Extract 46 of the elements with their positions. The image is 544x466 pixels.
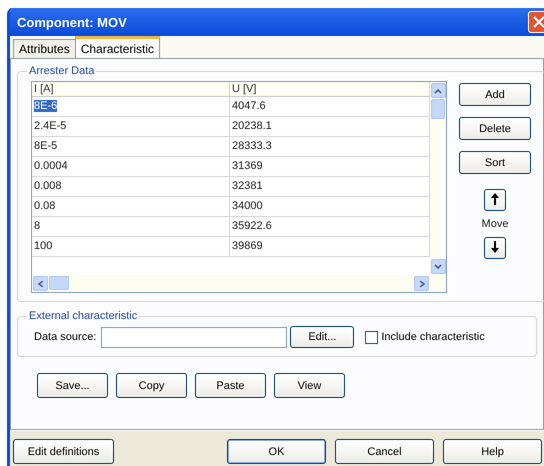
dialog-button[interactable]: OK (227, 439, 326, 464)
dialog-button[interactable]: Help (443, 439, 542, 464)
scroll-thumb[interactable] (430, 99, 444, 119)
group-label: External characteristic (28, 310, 138, 322)
table-action-button[interactable]: Delete (459, 117, 531, 140)
scroll-right-icon (418, 280, 426, 286)
include-label: Include characteristic (381, 331, 485, 343)
tab[interactable]: Characteristic (74, 36, 160, 58)
horizontal-scrollbar[interactable] (32, 275, 430, 292)
scroll-up-icon (434, 88, 442, 94)
action-button[interactable]: View (274, 373, 345, 398)
close-icon (533, 16, 544, 28)
up-arrow-icon (491, 192, 499, 204)
edit-button[interactable]: Edit... (290, 326, 354, 348)
group-label: Arrester Data (28, 65, 96, 77)
dialog-button[interactable]: Cancel (335, 439, 434, 464)
data-source-label: Data source: (34, 331, 96, 343)
close-button[interactable] (528, 11, 544, 33)
table-cell[interactable]: 8 (32, 217, 230, 236)
include-checkbox[interactable] (365, 330, 378, 344)
move-up-button[interactable] (484, 189, 506, 211)
table-cell[interactable]: 8E-5 (32, 137, 230, 156)
table-cell[interactable]: 0.08 (32, 197, 230, 216)
table-cell[interactable]: 100 (32, 237, 230, 256)
table-cell[interactable]: 2.4E-5 (32, 117, 230, 136)
move-down-button[interactable] (484, 237, 506, 259)
scroll-down-icon (434, 264, 442, 270)
data-source-field[interactable] (101, 326, 288, 348)
action-button[interactable]: Copy (116, 373, 187, 398)
scroll-left-icon (36, 280, 44, 286)
table-action-button[interactable]: Sort (459, 151, 531, 174)
down-arrow-icon (491, 240, 499, 252)
table-action-button[interactable]: Add (459, 83, 531, 106)
table-cell[interactable]: 0.0004 (32, 157, 230, 176)
scrollbar-corner (430, 275, 446, 292)
table-cell[interactable]: 0.008 (32, 177, 230, 196)
scroll-thumb[interactable] (49, 276, 69, 290)
move-label: Move (482, 218, 508, 230)
table-cell[interactable]: 8E-6 (32, 97, 230, 116)
tab[interactable]: Attributes (13, 39, 76, 58)
column-header: I [A] (32, 82, 230, 96)
dialog-button[interactable]: Edit definitions (13, 439, 114, 464)
action-button[interactable]: Paste (195, 373, 266, 398)
action-button[interactable]: Save... (37, 373, 108, 398)
window-title: Component: MOV (17, 14, 127, 30)
vertical-scrollbar[interactable] (430, 82, 446, 275)
